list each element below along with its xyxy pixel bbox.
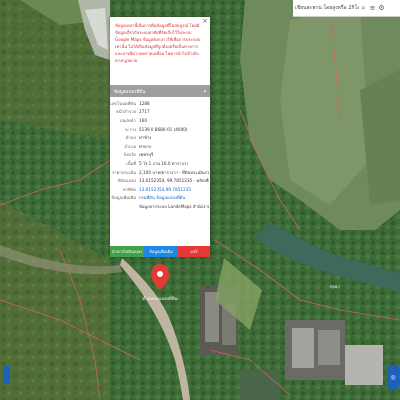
navigate-button[interactable]: นำทางไปยังแปลง (110, 246, 144, 257)
parcel-info-popup: × ข้อมูลเหล่านี้เป็นการคืนข้อมูลที่ไม่สม… (110, 17, 210, 257)
chevron-up-icon[interactable]: ▴ (204, 89, 206, 94)
detail-row: หน้าสำรวจ 2717 (116, 109, 150, 115)
detail-row: ราคาประเมิน 2,100 บาท/ตารางวา - ที่ดินประ… (112, 169, 209, 175)
detail-row: จังหวัด เพชรบุรี (123, 152, 154, 158)
coordinates-link[interactable]: 13.0152354,99.7851235 (139, 187, 209, 192)
parcel-details: เลขโฉนดที่ดิน 1288 หน้าสำรวจ 2717 เล่ม/หน้… (110, 99, 210, 211)
popup-actions: นำทางไปยังแปลง ข้อมูลเพิ่มเติม แชร์ (110, 246, 210, 257)
disclaimer-notice: ข้อมูลเหล่านี้เป็นการคืนข้อมูลที่ไม่สมบู… (115, 23, 201, 63)
detail-row: เลขโฉนดที่ดิน 1288 (110, 100, 150, 106)
detail-row: เนื้อที่ 5 ไร่ 1 งาน 16.0 ตารางวา (126, 160, 189, 166)
detail-row: ข้อมูลเพิ่มเติม กรมที่ดิน ข้อมูลแปลงที่ดิ… (110, 194, 210, 203)
share-button[interactable]: แชร์ (178, 246, 210, 257)
section-title: ข้อมูลแปลงที่ดิน (114, 89, 146, 95)
menu-icon[interactable]: ≡ (368, 2, 377, 15)
detail-row: เล่ม/หน้า 160 (119, 117, 147, 123)
section-header[interactable]: ข้อมูลแปลงที่ดิน ▴ (110, 85, 210, 97)
more-info-button[interactable]: ข้อมูลเพิ่มเติม (144, 246, 178, 257)
gear-icon[interactable]: ⚙ (377, 2, 386, 15)
detail-row: พิกัดแปลง 13.0152354, 99.7851235 - คลิกเพ… (118, 178, 209, 184)
side-tab-handle[interactable] (3, 366, 10, 384)
close-icon[interactable]: × (202, 18, 208, 25)
more-info-link[interactable]: กรมที่ดิน ข้อมูลแปลงที่ดิน (139, 194, 209, 201)
detail-row: ระวาง 5139 II 8680-01 (4000) (124, 126, 188, 132)
detail-row: อำเภอ ท่ายาง (124, 143, 151, 149)
pin-label: ตำแหน่งแปลงที่ดิน (142, 297, 178, 302)
search-icon[interactable]: ⌕ (359, 2, 368, 15)
detail-row: ค่าพิกัด 13.0152354,99.7851235 (110, 185, 210, 194)
detail-row: ตำบล ท่าช้าง (125, 135, 152, 141)
search-toolbar: เขียนสะพาน โดยสูงหรือ 2กิโลกิโ ⌕ ≡ ⚙ (293, 0, 400, 17)
search-input[interactable]: เขียนสะพาน โดยสูงหรือ 2กิโลกิโ (295, 2, 359, 15)
locate-me-icon[interactable]: ◎ (387, 365, 399, 389)
detail-row: ข้อมูลจากระบบ LandsMaps สำนักงานที่ดิน (139, 203, 209, 209)
